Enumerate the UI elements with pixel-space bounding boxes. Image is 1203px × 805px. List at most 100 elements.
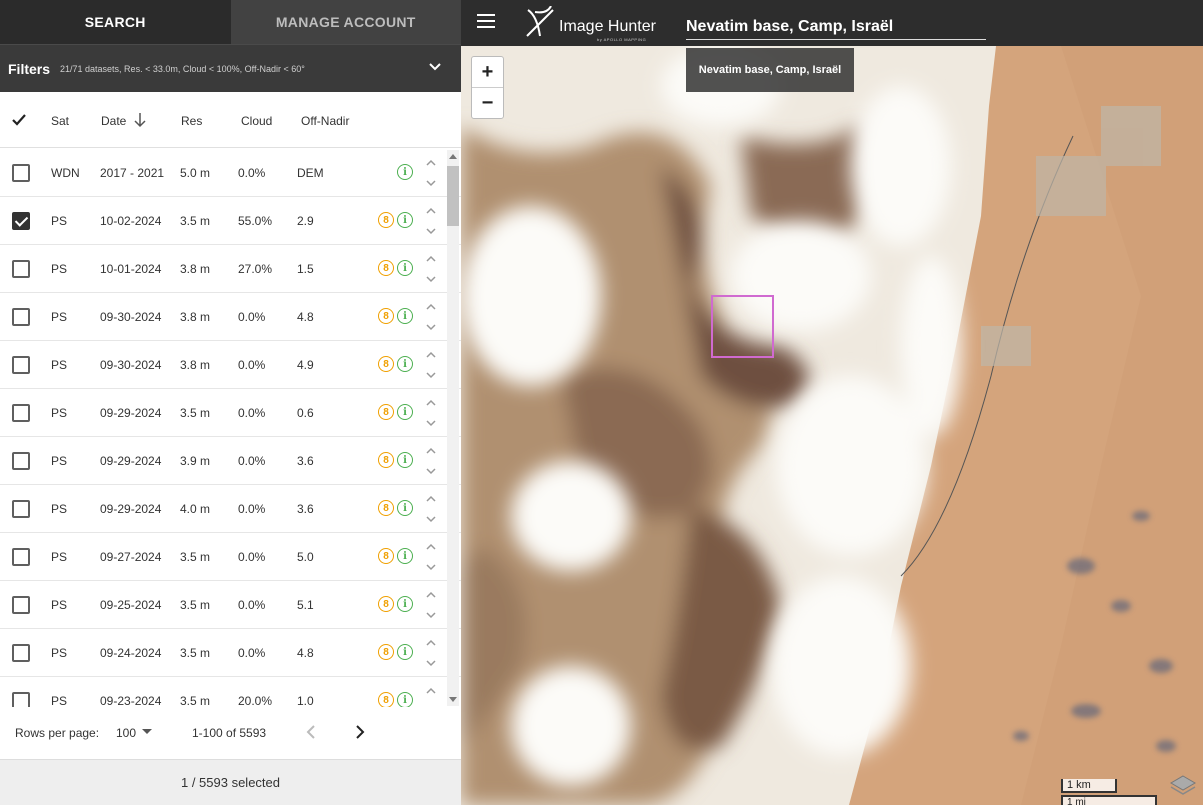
info-icon[interactable]: i <box>397 644 413 660</box>
credit-badge-icon[interactable]: 8 <box>378 212 394 228</box>
select-all-check-icon[interactable] <box>12 113 26 127</box>
row-checkbox[interactable] <box>12 356 30 374</box>
row-checkbox[interactable] <box>12 596 30 614</box>
column-cloud[interactable]: Cloud <box>241 114 272 128</box>
info-icon[interactable]: i <box>397 356 413 372</box>
row-checkbox[interactable] <box>12 644 30 662</box>
scale-mi: 1 mi <box>1061 795 1157 805</box>
reorder-arrows-icon[interactable] <box>424 493 438 525</box>
filters-header[interactable]: Filters 21/71 datasets, Res. < 33.0m, Cl… <box>0 44 461 92</box>
scroll-thumb[interactable] <box>447 166 459 226</box>
row-checkbox[interactable] <box>12 212 30 230</box>
zoom-in-button[interactable]: + <box>472 57 503 88</box>
scroll-down-arrow-icon[interactable] <box>449 697 457 702</box>
layers-icon[interactable] <box>1169 772 1197 800</box>
info-icon[interactable]: i <box>397 692 413 707</box>
table-row[interactable]: PS 10-01-2024 3.8 m 27.0% 1.5 8 i <box>0 245 461 293</box>
cell-sat: PS <box>51 406 68 420</box>
cell-off-nadir: 0.6 <box>297 406 314 420</box>
cell-date: 10-02-2024 <box>100 214 162 228</box>
info-icon[interactable]: i <box>397 260 413 276</box>
table-row[interactable]: PS 09-24-2024 3.5 m 0.0% 4.8 8 i <box>0 629 461 677</box>
area-of-interest-box[interactable] <box>711 295 774 358</box>
info-icon[interactable]: i <box>397 548 413 564</box>
table-row[interactable]: PS 09-29-2024 4.0 m 0.0% 3.6 8 i <box>0 485 461 533</box>
credit-badge-icon[interactable]: 8 <box>378 308 394 324</box>
row-checkbox[interactable] <box>12 260 30 278</box>
info-icon[interactable]: i <box>397 500 413 516</box>
reorder-arrows-icon[interactable] <box>424 301 438 333</box>
next-page-icon[interactable] <box>355 725 365 739</box>
credit-badge-icon[interactable]: 8 <box>378 404 394 420</box>
info-icon[interactable]: i <box>397 212 413 228</box>
cell-sat: PS <box>51 310 68 324</box>
info-icon[interactable]: i <box>397 404 413 420</box>
table-row[interactable]: PS 09-30-2024 3.8 m 0.0% 4.8 8 i <box>0 293 461 341</box>
cell-res: 3.8 m <box>180 310 211 324</box>
tab-manage-account[interactable]: MANAGE ACCOUNT <box>230 0 461 44</box>
credit-badge-icon[interactable]: 8 <box>378 452 394 468</box>
cell-date: 09-29-2024 <box>100 454 162 468</box>
table-row[interactable]: WDN 2017 - 2021 5.0 m 0.0% DEM i <box>0 149 461 197</box>
sort-down-arrow-icon[interactable] <box>133 112 147 128</box>
row-checkbox[interactable] <box>12 164 30 182</box>
cell-off-nadir: 4.9 <box>297 358 314 372</box>
credit-badge-icon[interactable]: 8 <box>378 500 394 516</box>
credit-badge-icon[interactable]: 8 <box>378 644 394 660</box>
zoom-out-button[interactable]: − <box>472 88 503 119</box>
cell-off-nadir: DEM <box>297 166 324 180</box>
menu-icon[interactable] <box>477 14 495 28</box>
cell-sat: PS <box>51 502 68 516</box>
prev-page-icon[interactable] <box>306 725 316 739</box>
credit-badge-icon[interactable]: 8 <box>378 356 394 372</box>
location-tooltip: Nevatim base, Camp, Israël <box>686 48 854 92</box>
reorder-arrows-icon[interactable] <box>424 157 438 189</box>
scroll-up-arrow-icon[interactable] <box>449 154 457 159</box>
cell-cloud: 0.0% <box>238 454 266 468</box>
info-icon[interactable]: i <box>397 596 413 612</box>
rows-per-page-select[interactable]: 100 <box>116 726 136 740</box>
reorder-arrows-icon[interactable] <box>424 205 438 237</box>
reorder-arrows-icon[interactable] <box>424 445 438 477</box>
credit-badge-icon[interactable]: 8 <box>378 596 394 612</box>
column-date[interactable]: Date <box>101 114 126 128</box>
table-row[interactable]: PS 09-29-2024 3.5 m 0.0% 0.6 8 i <box>0 389 461 437</box>
row-checkbox[interactable] <box>12 404 30 422</box>
location-search-input[interactable] <box>686 8 986 40</box>
table-row[interactable]: PS 09-29-2024 3.9 m 0.0% 3.6 8 i <box>0 437 461 485</box>
table-row[interactable]: PS 10-02-2024 3.5 m 55.0% 2.9 8 i <box>0 197 461 245</box>
cell-res: 3.8 m <box>180 358 211 372</box>
chevron-down-icon[interactable] <box>427 59 443 75</box>
map-view[interactable]: + − Nevatim base, Camp, Israël 1 km 1 mi <box>461 46 1203 805</box>
table-row[interactable]: PS 09-23-2024 3.5 m 20.0% 1.0 8 i <box>0 677 461 707</box>
row-checkbox[interactable] <box>12 452 30 470</box>
row-checkbox[interactable] <box>12 692 30 707</box>
info-icon[interactable]: i <box>397 308 413 324</box>
column-res[interactable]: Res <box>181 114 202 128</box>
credit-badge-icon[interactable]: 8 <box>378 548 394 564</box>
reorder-arrows-icon[interactable] <box>424 253 438 285</box>
table-row[interactable]: PS 09-27-2024 3.5 m 0.0% 5.0 8 i <box>0 533 461 581</box>
dropdown-arrow-icon[interactable] <box>142 729 152 735</box>
table-row[interactable]: PS 09-30-2024 3.8 m 0.0% 4.9 8 i <box>0 341 461 389</box>
info-icon[interactable]: i <box>397 452 413 468</box>
cell-off-nadir: 5.1 <box>297 598 314 612</box>
column-off-nadir[interactable]: Off-Nadir <box>301 114 349 128</box>
column-sat[interactable]: Sat <box>51 114 69 128</box>
reorder-arrows-icon[interactable] <box>424 685 438 707</box>
row-checkbox[interactable] <box>12 500 30 518</box>
reorder-arrows-icon[interactable] <box>424 397 438 429</box>
reorder-arrows-icon[interactable] <box>424 589 438 621</box>
reorder-arrows-icon[interactable] <box>424 541 438 573</box>
results-scrollbar[interactable] <box>447 150 459 706</box>
row-checkbox[interactable] <box>12 308 30 326</box>
info-icon[interactable]: i <box>397 164 413 180</box>
cell-off-nadir: 4.8 <box>297 310 314 324</box>
row-checkbox[interactable] <box>12 548 30 566</box>
reorder-arrows-icon[interactable] <box>424 637 438 669</box>
table-row[interactable]: PS 09-25-2024 3.5 m 0.0% 5.1 8 i <box>0 581 461 629</box>
tab-search[interactable]: SEARCH <box>0 0 231 44</box>
reorder-arrows-icon[interactable] <box>424 349 438 381</box>
credit-badge-icon[interactable]: 8 <box>378 692 394 707</box>
credit-badge-icon[interactable]: 8 <box>378 260 394 276</box>
